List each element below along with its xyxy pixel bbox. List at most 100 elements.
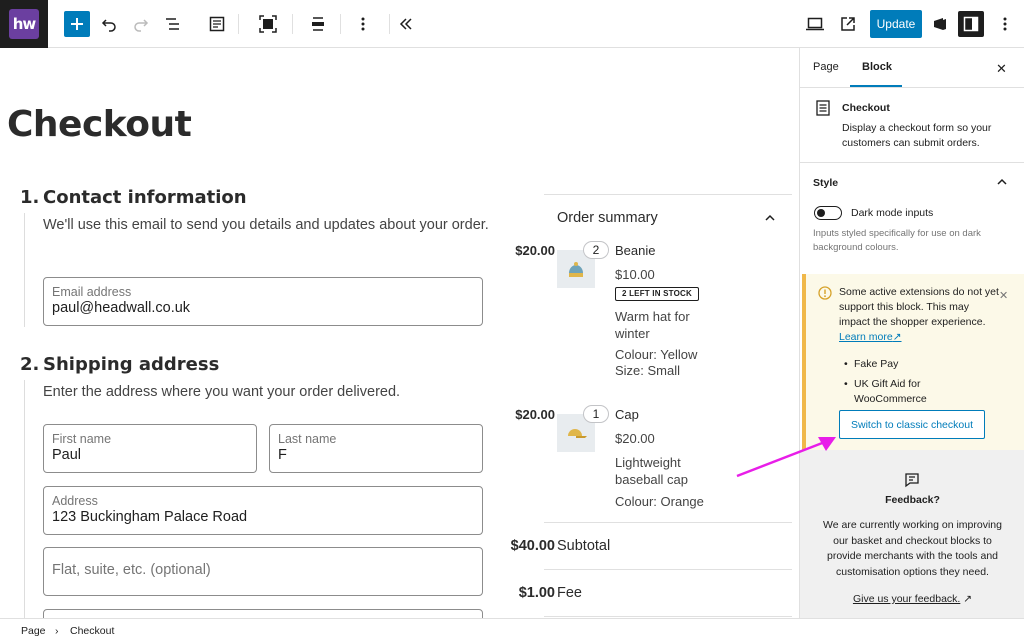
site-logo-button[interactable]: hw [0,0,48,48]
item-total-price: $20.00 [515,407,555,422]
shipping-step-description: Enter the address where you want your or… [43,384,401,400]
fee-value: $1.00 [518,585,555,601]
active-tab-indicator [850,85,902,87]
address-label: Address [52,494,98,508]
sidebar-tabs: Page Block ✕ [800,48,1024,88]
tab-page[interactable]: Page [813,61,839,73]
email-field-label: Email address [52,285,132,299]
feedback-panel: Feedback? We are currently working on im… [800,450,1024,618]
settings-button[interactable] [958,11,984,37]
subtotal-label: Subtotal [557,538,611,554]
item-attribute: Colour: Orange [615,494,704,509]
undo-button[interactable] [96,11,122,37]
styles-button[interactable] [927,11,953,37]
update-button[interactable]: Update [870,10,922,38]
summary-divider [544,616,792,617]
panel-divider [800,162,1024,163]
quantity-badge: 1 [583,405,609,423]
tab-block[interactable]: Block [862,61,892,73]
address-value: 123 Buckingham Palace Road [52,509,248,525]
cap-icon [568,429,587,438]
list-view-icon [166,18,179,30]
redo-button[interactable] [128,11,154,37]
first-name-field[interactable]: First name Paul [43,424,257,473]
quantity-badge: 2 [583,241,609,259]
last-name-field[interactable]: Last name F [269,424,483,473]
preview-button[interactable] [802,11,828,37]
settings-icon [963,16,979,32]
feedback-title: Feedback? [885,494,940,506]
toolbar-divider [238,14,239,34]
shipping-step-title: Shipping address [43,354,220,375]
align-icon [312,17,324,31]
email-field-value: paul@headwall.co.uk [52,300,191,316]
external-link-icon: ↗ [892,331,902,343]
settings-sidebar: Page Block ✕ Checkout Display a checkout… [799,48,1024,618]
desktop-preview-icon [806,17,824,31]
first-name-value: Paul [52,447,82,463]
select-parent-button[interactable] [255,11,281,37]
document-overview-button[interactable] [204,11,230,37]
learn-more-link[interactable]: Learn more↗ [839,331,902,343]
email-field[interactable]: Email address paul@headwall.co.uk [43,277,483,326]
item-attribute: Colour: Yellow [615,347,698,362]
toolbar-divider [389,14,390,34]
address-field[interactable]: Address 123 Buckingham Palace Road [43,486,483,535]
toolbar-divider [340,14,341,34]
item-unit-price: $20.00 [615,431,655,446]
contact-step-description: We'll use this email to send you details… [43,217,489,233]
learn-more-text: Learn more [839,331,893,343]
view-page-button[interactable] [835,11,861,37]
next-address-field[interactable] [43,609,483,618]
select-icon [259,15,277,33]
options-icon [1003,17,1007,31]
beanie-icon [569,262,583,277]
list-view-button[interactable] [160,11,186,37]
item-name: Cap [615,407,639,422]
page-title[interactable]: Checkout [7,104,192,145]
order-summary-title[interactable]: Order summary [557,210,658,226]
block-title: Checkout [842,102,890,114]
style-panel-title[interactable]: Style [813,177,838,189]
list-item: • UK Gift Aid for WooCommerce [844,377,994,407]
item-description: Warm hat for winter [615,309,690,341]
notice-message: Some active extensions do not yet suppor… [839,285,999,345]
options-button[interactable] [992,11,1018,37]
editor-toolbar: hw Update [0,0,1024,48]
last-name-value: F [278,447,287,463]
extension-name: Fake Pay [854,358,899,370]
breadcrumb-page[interactable]: Page [21,625,46,637]
logo-text: hw [9,9,39,39]
feedback-link[interactable]: Give us your feedback. ↗ [800,593,1024,605]
contact-step-number: 1. [20,187,40,208]
add-block-button[interactable] [64,11,90,37]
summary-divider [544,522,792,523]
contact-step-title: Contact information [43,187,247,208]
chevron-up-icon[interactable] [764,214,776,222]
address-line2-field[interactable]: Flat, suite, etc. (optional) [43,547,483,596]
low-stock-badge: 2 LEFT IN STOCK [615,287,699,301]
item-unit-price: $10.00 [615,267,655,282]
collapse-toolbar-button[interactable] [393,11,419,37]
close-icon[interactable]: ✕ [999,289,1008,302]
align-button[interactable] [305,11,331,37]
more-options-button[interactable] [350,11,376,37]
close-icon[interactable]: ✕ [996,61,1007,77]
chevron-up-icon[interactable] [996,178,1008,186]
last-name-label: Last name [278,432,337,446]
switch-to-classic-checkout-button[interactable]: Switch to classic checkout [839,410,985,439]
extension-name: UK Gift Aid for WooCommerce [854,378,927,405]
external-link-icon: ↗ [963,593,973,605]
notice-text: Some active extensions do not yet suppor… [839,286,999,328]
summary-divider [544,194,792,195]
breadcrumb-checkout[interactable]: Checkout [70,625,114,637]
dark-mode-help: Inputs styled specifically for use on da… [813,228,981,253]
warning-icon [818,286,832,300]
collapse-icon [399,18,412,30]
item-description: Lightweight baseball cap [615,455,688,487]
summary-divider [544,569,792,570]
feedback-icon [905,473,919,488]
plus-icon [71,18,83,30]
dark-mode-toggle[interactable] [814,206,842,220]
checkout-block-icon [816,100,830,116]
